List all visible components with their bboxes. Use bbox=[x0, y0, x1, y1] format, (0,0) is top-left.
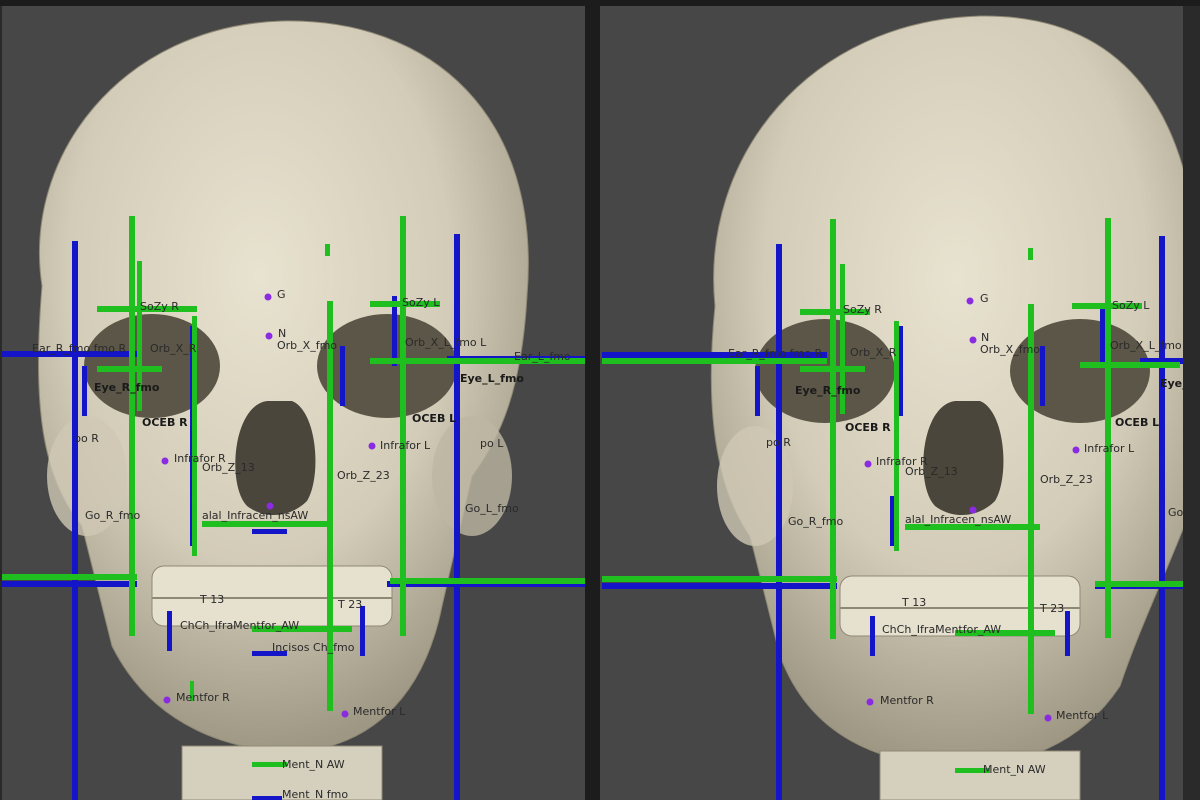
label-ocb-l: OCEB L bbox=[412, 412, 456, 425]
label-ocb-r: OCEB R bbox=[845, 421, 891, 434]
label-ear-r: Ear_R_fmo fmo R bbox=[728, 347, 822, 360]
label-t13: T 13 bbox=[901, 596, 926, 609]
label-po-l: po L bbox=[480, 437, 504, 450]
label-ment-n: Ment_N AW bbox=[983, 763, 1046, 776]
label-orb-z-13: Orb_Z_13 bbox=[905, 465, 958, 478]
label-g: G bbox=[277, 288, 286, 301]
label-po-r: po R bbox=[766, 436, 791, 449]
label-eye-r: Eye_R_fmo bbox=[795, 384, 861, 397]
label-eye-r: Eye_R_fmo bbox=[94, 381, 160, 394]
label-eye-l: Eye_L_ bbox=[1160, 377, 1183, 390]
label-orb-x-r: Orb_X_R bbox=[150, 342, 197, 355]
label-infrafor-l: Infrafor L bbox=[1084, 442, 1135, 455]
label-orb-x-fmo: Orb_X_fmo bbox=[980, 343, 1040, 356]
label-po-l: po bbox=[1182, 441, 1183, 454]
label-orb-z-23: Orb_Z_23 bbox=[1040, 473, 1093, 486]
label-sozy-l: SoZy L bbox=[402, 296, 440, 309]
label-ocb-l: OCEB L bbox=[1115, 416, 1159, 429]
viewport-left[interactable]: G N SoZy R SoZy L Orb_X_R Orb_X_L_fmo L … bbox=[2, 6, 585, 800]
label-t23: T 23 bbox=[337, 598, 362, 611]
label-mentfor-l: Mentfor L bbox=[1056, 709, 1109, 722]
label-orb-x-fmo: Orb_X_fmo bbox=[277, 339, 337, 352]
label-po-r: po R bbox=[74, 432, 99, 445]
label-chch: ChCh_IfraMentfor_AW bbox=[882, 623, 1001, 636]
label-sozy-r: SoZy R bbox=[140, 300, 179, 313]
label-orb-z-13: Orb_Z_13 bbox=[202, 461, 255, 474]
label-sozy-r: SoZy R bbox=[843, 303, 882, 316]
viewport-divider[interactable] bbox=[585, 0, 600, 800]
label-go-r: Go_R_fmo bbox=[85, 509, 140, 522]
label-t13: T 13 bbox=[199, 593, 224, 606]
label-t23: T 23 bbox=[1039, 602, 1064, 615]
nasal-cavity bbox=[235, 401, 316, 516]
skull-render-left: G N SoZy R SoZy L Orb_X_R Orb_X_L_fmo L … bbox=[2, 20, 585, 800]
label-ear-l: Ear_L_fmo bbox=[514, 350, 571, 363]
label-alal: alal_Infracen_nsAW bbox=[905, 513, 1011, 526]
label-ear-r: Ear_R_fmo fmo R bbox=[32, 342, 126, 355]
label-ment-n-fmo: Ment_N fmo bbox=[282, 788, 348, 800]
label-sozy-l: SoZy L bbox=[1112, 299, 1150, 312]
skull-render-right: G N SoZy R SoZy L Orb_X_R Orb_X_L_fmo L … bbox=[602, 15, 1183, 800]
label-incisos: Incisos Ch_fmo bbox=[272, 641, 355, 654]
label-orb-x-r: Orb_X_R bbox=[850, 346, 897, 359]
label-chch: ChCh_IfraMentfor_AW bbox=[180, 619, 299, 632]
label-go-l: Go_L bbox=[1168, 506, 1183, 519]
label-alal: alal_Infracen_nsAW bbox=[202, 509, 308, 522]
orbit-left bbox=[317, 314, 457, 418]
label-mentfor-r: Mentfor R bbox=[176, 691, 230, 704]
label-orb-x-l: Orb_X_L_fmo L bbox=[405, 336, 487, 349]
label-orb-x-l: Orb_X_L_fmo L bbox=[1110, 339, 1183, 352]
label-ocb-r: OCEB R bbox=[142, 416, 188, 429]
teeth-row bbox=[151, 565, 393, 627]
label-g: G bbox=[980, 292, 989, 305]
label-mentfor-l: Mentfor L bbox=[353, 705, 406, 718]
nasal-cavity bbox=[923, 401, 1004, 516]
neck-vertebra bbox=[879, 750, 1081, 800]
label-go-l: Go_L_fmo bbox=[465, 502, 519, 515]
label-infrafor-l: Infrafor L bbox=[380, 439, 431, 452]
label-mentfor-r: Mentfor R bbox=[880, 694, 934, 707]
viewport-right[interactable]: G N SoZy R SoZy L Orb_X_R Orb_X_L_fmo L … bbox=[600, 6, 1183, 800]
label-orb-z-23: Orb_Z_23 bbox=[337, 469, 390, 482]
label-eye-l: Eye_L_fmo bbox=[460, 372, 524, 385]
label-ment-n: Ment_N AW bbox=[282, 758, 345, 771]
label-go-r: Go_R_fmo bbox=[788, 515, 843, 528]
